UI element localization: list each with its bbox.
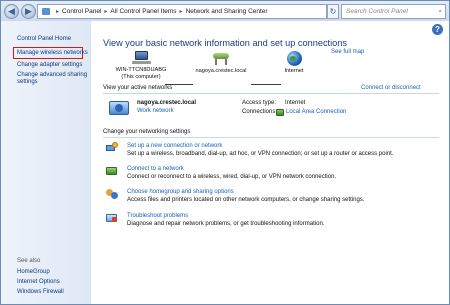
troubleshoot-icon: [106, 212, 118, 224]
breadcrumb-control-panel[interactable]: Control Panel: [62, 8, 101, 15]
address-bar-area: ◀ ▶ ▾ ▸ Control Panel ▸ All Control Pane…: [1, 1, 449, 21]
sidebar-item-manage-wireless[interactable]: Manage wireless networks: [17, 50, 88, 57]
main-content: ? View your basic network information an…: [91, 21, 449, 304]
search-input[interactable]: Search Control Panel ⌕: [341, 4, 446, 19]
task-connect-network[interactable]: Connect to a network: [127, 166, 184, 172]
new-connection-icon: [106, 142, 118, 154]
task-setup-connection[interactable]: Set up a new connection or network: [127, 143, 222, 149]
homegroup-icon: [106, 188, 118, 200]
see-also-homegroup[interactable]: HomeGroup: [17, 269, 50, 276]
see-full-map-link[interactable]: See full map: [331, 49, 364, 55]
task-troubleshoot[interactable]: Troubleshoot problems: [127, 213, 188, 219]
map-internet: Internet: [276, 51, 312, 75]
task-connect-desc: Connect or reconnect to a wireless, wire…: [127, 174, 337, 180]
forward-button[interactable]: ▶: [21, 3, 36, 19]
sidebar: Control Panel Home Manage wireless netwo…: [1, 21, 91, 304]
computer-name: WIN-TTCN8DUABG: [115, 67, 167, 73]
network-icon: [109, 99, 129, 117]
task-setup-desc: Set up a wireless, broadband, dial-up, a…: [127, 151, 394, 157]
sidebar-item-adapter-settings[interactable]: Change adapter settings: [17, 62, 82, 69]
network-type-link[interactable]: Work network: [137, 108, 174, 114]
sidebar-item-advanced-sharing[interactable]: Change advanced sharing settings: [17, 72, 89, 86]
task-troubleshoot-desc: Diagnose and repair network problems, or…: [127, 221, 325, 227]
connections-label: Connections:: [242, 109, 278, 115]
window: ◀ ▶ ▾ ▸ Control Panel ▸ All Control Pane…: [0, 0, 450, 305]
active-networks-title: View your active networks: [103, 85, 173, 91]
local-area-connection-link[interactable]: Local Area Connection: [286, 109, 346, 115]
see-also-internet-options[interactable]: Internet Options: [17, 279, 60, 286]
task-homegroup-desc: Access files and printers located on oth…: [127, 197, 365, 203]
search-icon[interactable]: ⌕: [438, 5, 442, 18]
network-bench-icon: [211, 51, 231, 66]
help-icon[interactable]: ?: [432, 24, 443, 35]
computer-icon: [130, 51, 152, 65]
map-internet-label: Internet: [284, 68, 304, 74]
computer-sub: (This computer): [121, 74, 161, 80]
active-network-name: nagoya.crestec.local: [137, 100, 197, 106]
change-settings-title: Change your networking settings: [103, 129, 191, 135]
map-computer: WIN-TTCN8DUABG (This computer): [113, 51, 169, 81]
breadcrumb-all-items[interactable]: All Control Panel Items: [110, 8, 176, 15]
map-network: nagoya.crestec.local: [189, 51, 253, 75]
folder-icon: [42, 8, 50, 15]
see-also-title: See also: [17, 258, 41, 264]
divider: [103, 93, 439, 94]
access-type-value: Internet: [285, 100, 306, 106]
map-link-line: [251, 84, 281, 85]
access-type-label: Access type:: [242, 100, 277, 106]
breadcrumb[interactable]: ▸ Control Panel ▸ All Control Panel Item…: [37, 4, 327, 19]
connect-disconnect-link[interactable]: Connect or disconnect: [361, 85, 421, 91]
map-network-name: nagoya.crestec.local: [195, 68, 247, 74]
divider: [103, 137, 439, 138]
sidebar-home-link[interactable]: Control Panel Home: [17, 36, 71, 42]
task-homegroup[interactable]: Choose homegroup and sharing options: [127, 189, 234, 195]
globe-icon: [286, 51, 302, 66]
search-placeholder: Search Control Panel: [346, 8, 408, 15]
breadcrumb-network-sharing[interactable]: Network and Sharing Center: [186, 8, 268, 15]
connect-network-icon: [106, 165, 118, 177]
back-button[interactable]: ◀: [4, 3, 19, 19]
refresh-button[interactable]: ↻: [327, 4, 339, 19]
ethernet-icon: [276, 109, 284, 116]
see-also-windows-firewall[interactable]: Windows Firewall: [17, 289, 64, 296]
page-title: View your basic network information and …: [103, 38, 347, 48]
